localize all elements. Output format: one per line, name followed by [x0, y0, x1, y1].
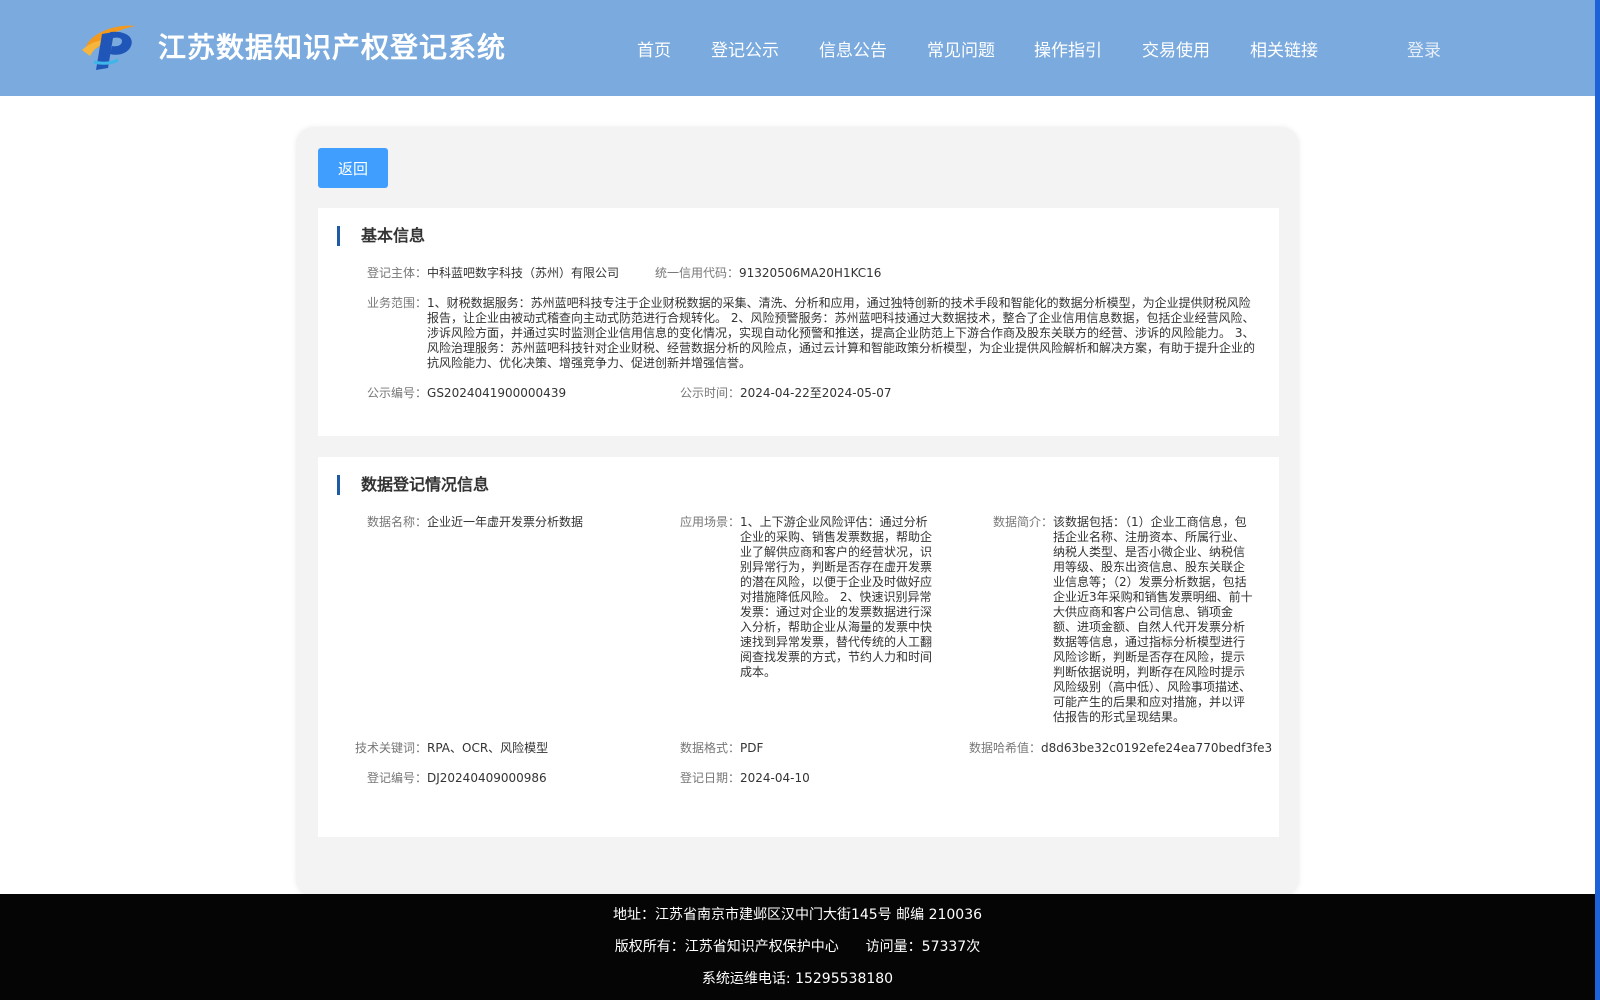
field-business-scope-label: 业务范围： — [367, 296, 428, 310]
field-reg-date-value: 2024-04-10 — [740, 771, 810, 785]
field-tech-keywords: 技术关键词： RPA、OCR、风险模型 — [343, 741, 643, 756]
nav-item-guide[interactable]: 操作指引 — [1034, 36, 1102, 61]
page-scrollbar[interactable] — [1595, 0, 1600, 1000]
field-data-format-label: 数据格式： — [679, 741, 740, 755]
section-title-basic: 基本信息 — [337, 226, 425, 246]
footer-copyright-line: 版权所有：江苏省知识产权保护中心 访问量：57337次 — [0, 936, 1595, 956]
field-business-scope-value: 1、财税数据服务：苏州蓝吧科技专注于企业财税数据的采集、清洗、分析和应用，通过独… — [427, 296, 1256, 370]
section-title-data: 数据登记情况信息 — [337, 475, 489, 495]
field-data-name-label: 数据名称： — [366, 515, 427, 529]
field-data-intro-value: 该数据包括：（1）企业工商信息，包括企业名称、注册资本、所属行业、纳税人类型、是… — [1053, 515, 1253, 724]
page-footer: 地址：江苏省南京市建邺区汉中门大街145号 邮编 210036 版权所有：江苏省… — [0, 894, 1595, 1000]
field-data-name-value: 企业近一年虚开发票分析数据 — [427, 515, 584, 529]
field-business-scope: 业务范围： 1、财税数据服务：苏州蓝吧科技专注于企业财税数据的采集、清洗、分析和… — [367, 296, 1257, 371]
field-application-scene-label: 应用场景： — [679, 515, 740, 529]
field-notice-time-value: 2024-04-22至2024-05-07 — [740, 386, 892, 400]
nav-item-related-links[interactable]: 相关链接 — [1250, 36, 1318, 61]
field-notice-no-label: 公示编号： — [367, 386, 428, 400]
field-data-format-value: PDF — [740, 741, 764, 755]
footer-phone: 系统运维电话: 15295538180 — [701, 971, 894, 987]
field-reg-date-label: 登记日期： — [679, 771, 740, 785]
nav-item-announcements[interactable]: 信息公告 — [819, 36, 887, 61]
field-notice-time-label: 公示时间： — [680, 386, 741, 400]
field-notice-no: 公示编号：GS2024041900000439 — [367, 386, 566, 401]
footer-visits: 访问量：57337次 — [865, 939, 981, 955]
field-data-format: 数据格式： PDF — [668, 741, 938, 756]
field-reg-no: 登记编号： DJ20240409000986 — [355, 771, 655, 786]
top-header: 江苏数据知识产权登记系统 首页 登记公示 信息公告 常见问题 操作指引 交易使用… — [0, 0, 1595, 96]
data-registration-card: 数据登记情况信息 数据名称： 企业近一年虚开发票分析数据 应用场景： 1、上下游… — [318, 457, 1279, 837]
field-reg-no-value: DJ20240409000986 — [427, 771, 547, 785]
basic-info-card: 基本信息 登记主体：中科蓝吧数字科技（苏州）有限公司 统一信用代码：913205… — [318, 208, 1279, 436]
field-data-hash-label: 数据哈希值： — [969, 741, 1042, 755]
field-reg-date: 登记日期： 2024-04-10 — [668, 771, 938, 786]
field-notice-time: 公示时间：2024-04-22至2024-05-07 — [680, 386, 892, 401]
main-nav: 首页 登记公示 信息公告 常见问题 操作指引 交易使用 相关链接 — [0, 0, 1595, 96]
detail-panel: 返回 基本信息 登记主体：中科蓝吧数字科技（苏州）有限公司 统一信用代码：913… — [296, 127, 1299, 897]
footer-address: 地址：江苏省南京市建邺区汉中门大街145号 邮编 210036 — [612, 907, 983, 923]
field-data-intro: 数据简介： 该数据包括：（1）企业工商信息，包括企业名称、注册资本、所属行业、纳… — [981, 515, 1263, 725]
field-application-scene-value: 1、上下游企业风险评估：通过分析企业的采购、销售发票数据，帮助企业了解供应商和客… — [740, 515, 933, 679]
field-credit-code: 统一信用代码：91320506MA20H1KC16 — [655, 266, 881, 281]
nav-item-home[interactable]: 首页 — [637, 36, 671, 61]
field-reg-no-label: 登记编号： — [366, 771, 427, 785]
field-subject: 登记主体：中科蓝吧数字科技（苏州）有限公司 — [367, 266, 619, 281]
back-button[interactable]: 返回 — [318, 148, 388, 188]
nav-item-registration-notice[interactable]: 登记公示 — [711, 36, 779, 61]
login-link[interactable]: 登录 — [1407, 36, 1441, 61]
field-data-hash-value: d8d63be32c0192efe24ea770bedf3fe3 — [1041, 741, 1273, 755]
field-data-hash: 数据哈希值： d8d63be32c0192efe24ea770bedf3fe3 — [969, 741, 1273, 756]
field-tech-keywords-value: RPA、OCR、风险模型 — [427, 741, 549, 755]
footer-copyright: 版权所有：江苏省知识产权保护中心 — [614, 939, 839, 955]
field-credit-code-value: 91320506MA20H1KC16 — [739, 266, 882, 280]
nav-item-trade-use[interactable]: 交易使用 — [1142, 36, 1210, 61]
field-tech-keywords-label: 技术关键词： — [354, 741, 427, 755]
field-credit-code-label: 统一信用代码： — [655, 266, 740, 280]
field-data-name: 数据名称： 企业近一年虚开发票分析数据 — [355, 515, 655, 530]
field-subject-label: 登记主体： — [367, 266, 428, 280]
field-notice-no-value: GS2024041900000439 — [427, 386, 567, 400]
field-data-intro-label: 数据简介： — [992, 515, 1053, 529]
field-application-scene: 应用场景： 1、上下游企业风险评估：通过分析企业的采购、销售发票数据，帮助企业了… — [668, 515, 938, 680]
nav-item-faq[interactable]: 常见问题 — [927, 36, 995, 61]
field-subject-value: 中科蓝吧数字科技（苏州）有限公司 — [427, 266, 620, 280]
